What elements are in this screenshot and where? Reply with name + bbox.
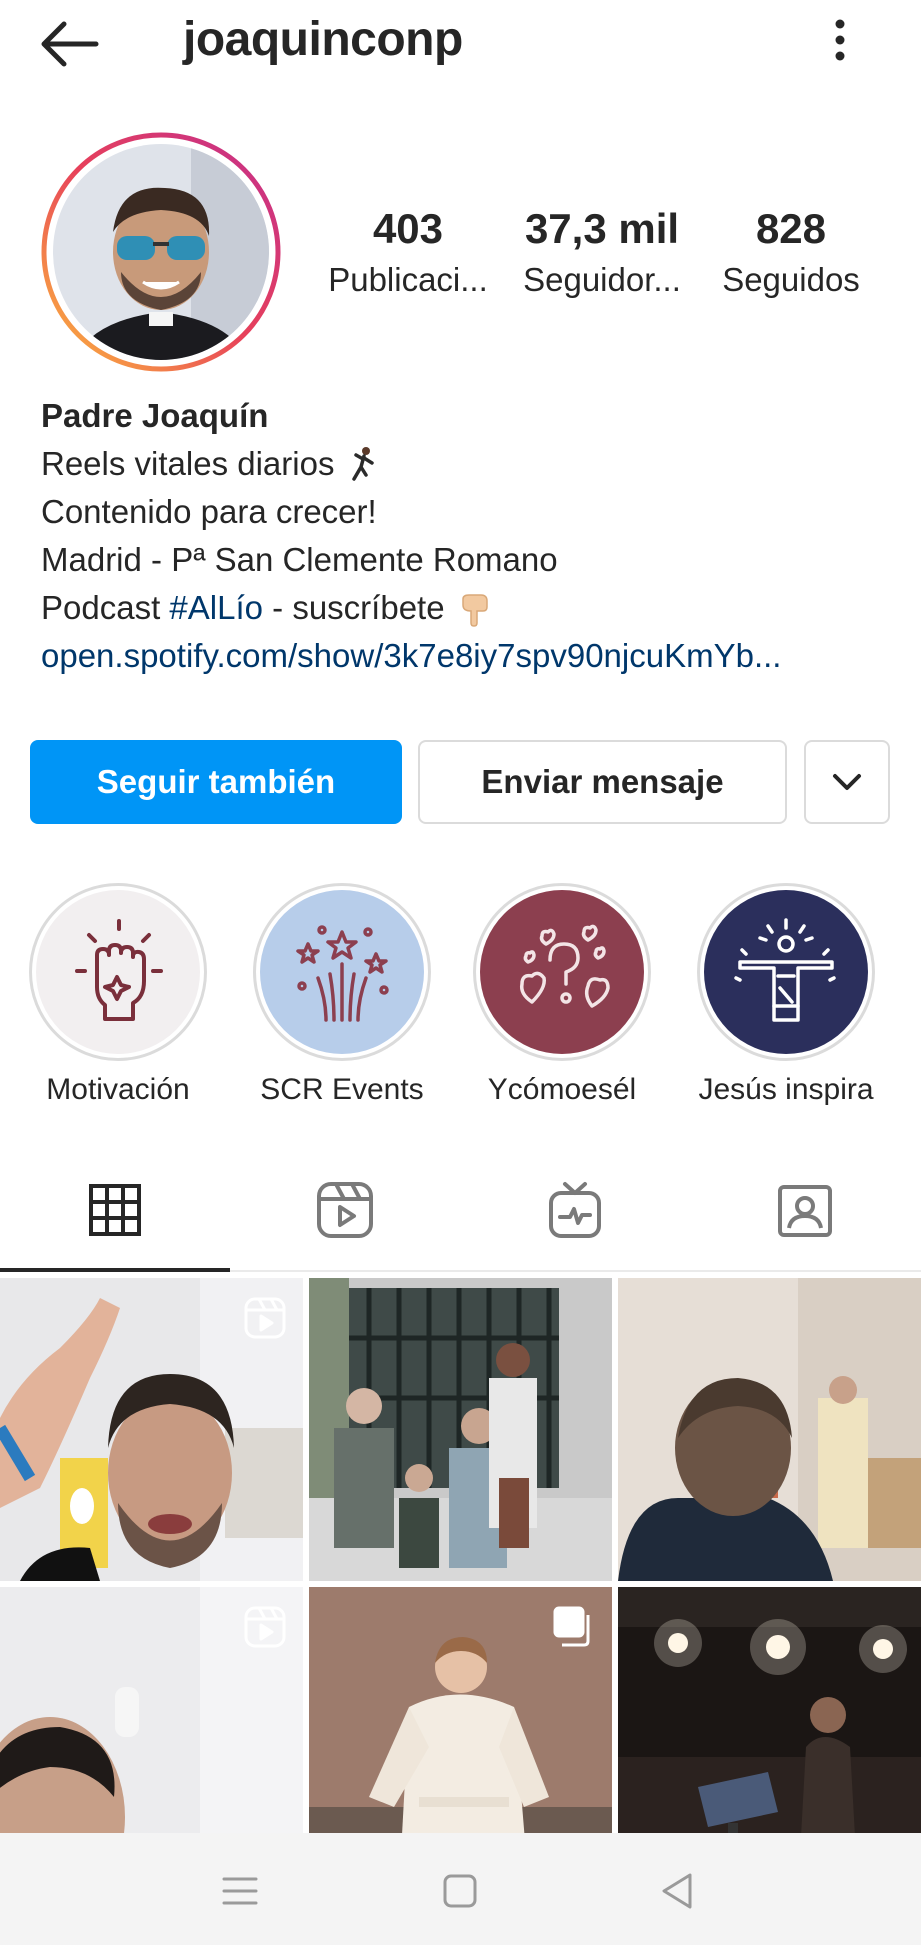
highlight-cover bbox=[260, 890, 424, 1054]
bio-text: Madrid - Pª San Clemente Romano bbox=[41, 541, 558, 578]
highlight-ring bbox=[697, 883, 875, 1061]
highlight-ycomoesel[interactable]: Ycómoesél bbox=[462, 883, 662, 1107]
highlight-label: Motivación bbox=[46, 1073, 190, 1106]
system-home-button[interactable] bbox=[430, 1863, 490, 1919]
posts-grid bbox=[0, 1278, 921, 1833]
back-button[interactable] bbox=[36, 14, 108, 74]
highlight-cover bbox=[36, 890, 200, 1054]
stat-value: 828 bbox=[755, 205, 827, 252]
follow-back-button[interactable]: Seguir también bbox=[30, 740, 402, 824]
carousel-badge-icon bbox=[553, 1606, 590, 1647]
suggested-accounts-button[interactable] bbox=[804, 740, 890, 824]
bio-hashtag-link[interactable]: #AlLío bbox=[169, 584, 263, 632]
system-navigation-bar bbox=[0, 1833, 921, 1945]
tagged-icon bbox=[778, 1185, 832, 1237]
dancing-person-icon bbox=[352, 447, 375, 481]
tab-reels[interactable] bbox=[230, 1150, 460, 1270]
stat-followers[interactable]: 37,3 mil Seguidor... bbox=[510, 200, 694, 302]
highlight-cover bbox=[704, 890, 868, 1054]
highlight-cover bbox=[480, 890, 644, 1054]
stat-label: Seguidos bbox=[722, 261, 860, 298]
top-bar: joaquinconp bbox=[0, 0, 921, 88]
highlight-label: Ycómoesél bbox=[487, 1073, 637, 1106]
more-options-button[interactable] bbox=[820, 14, 860, 74]
system-menu-button[interactable] bbox=[210, 1863, 270, 1919]
bio-text: - suscríbete bbox=[263, 589, 445, 626]
tab-posts-grid[interactable] bbox=[0, 1150, 230, 1270]
highlight-label: Jesús inspira bbox=[698, 1073, 874, 1106]
highlight-jesus-inspira[interactable]: Jesús inspira bbox=[686, 883, 886, 1107]
profile-tabs bbox=[0, 1150, 921, 1272]
highlight-scr-events[interactable]: SCR Events bbox=[242, 883, 442, 1107]
tab-igtv[interactable] bbox=[460, 1150, 690, 1270]
stat-posts[interactable]: 403 Publicaci... bbox=[318, 200, 498, 302]
highlight-ring bbox=[29, 883, 207, 1061]
hearts-question-icon bbox=[519, 924, 610, 1008]
highlight-ring bbox=[473, 883, 651, 1061]
bio-text: Reels vitales diarios bbox=[41, 445, 335, 482]
christ-statue-icon bbox=[734, 918, 836, 1022]
raised-fist-icon bbox=[75, 919, 163, 1021]
bio-text: Podcast bbox=[41, 589, 170, 626]
stat-label: Seguidor... bbox=[523, 261, 681, 298]
stat-following[interactable]: 828 Seguidos bbox=[706, 200, 876, 302]
bio-line: Reels vitales diarios bbox=[41, 440, 901, 488]
post-thumbnail[interactable] bbox=[309, 1278, 612, 1581]
profile-display-name: Padre Joaquín bbox=[41, 397, 269, 434]
home-square-icon bbox=[443, 1874, 477, 1908]
stat-value: 37,3 mil bbox=[524, 205, 680, 252]
menu-icon bbox=[222, 1877, 258, 1905]
chevron-down-icon bbox=[833, 774, 861, 790]
bio-external-link[interactable]: open.spotify.com/show/3k7e8iy7spv90njcuK… bbox=[41, 632, 901, 680]
pointing-down-icon bbox=[461, 594, 488, 627]
fireworks-icon bbox=[296, 925, 389, 1022]
highlight-label: SCR Events bbox=[260, 1073, 424, 1106]
post-thumbnail[interactable] bbox=[618, 1278, 921, 1581]
profile-username: joaquinconp bbox=[183, 13, 463, 66]
stat-label: Publicaci... bbox=[328, 261, 488, 298]
more-vertical-icon bbox=[835, 19, 845, 61]
arrow-left-icon bbox=[41, 21, 99, 67]
post-thumbnail[interactable] bbox=[0, 1587, 303, 1833]
bio-text: Contenido para crecer! bbox=[41, 493, 377, 530]
profile-avatar[interactable] bbox=[41, 132, 281, 372]
igtv-icon bbox=[549, 1182, 601, 1238]
highlight-motivacion[interactable]: Motivación bbox=[18, 883, 218, 1107]
stat-value: 403 bbox=[372, 205, 444, 252]
reels-badge-icon bbox=[244, 1606, 286, 1648]
post-thumbnail[interactable] bbox=[309, 1587, 612, 1833]
bio-line: Podcast #AlLío - suscríbete bbox=[41, 584, 901, 632]
tab-tagged[interactable] bbox=[690, 1150, 920, 1270]
reels-icon bbox=[317, 1182, 373, 1238]
profile-bio: Padre Joaquín Reels vitales diarios Cont… bbox=[41, 392, 901, 680]
post-thumbnail[interactable] bbox=[0, 1278, 303, 1581]
highlight-ring bbox=[253, 883, 431, 1061]
grid-icon bbox=[89, 1184, 141, 1236]
post-thumbnail[interactable] bbox=[618, 1587, 921, 1833]
active-tab-indicator bbox=[0, 1268, 230, 1272]
send-message-button[interactable]: Enviar mensaje bbox=[418, 740, 787, 824]
system-back-button[interactable] bbox=[648, 1863, 708, 1919]
reels-badge-icon bbox=[244, 1297, 286, 1339]
back-triangle-icon bbox=[662, 1873, 692, 1909]
